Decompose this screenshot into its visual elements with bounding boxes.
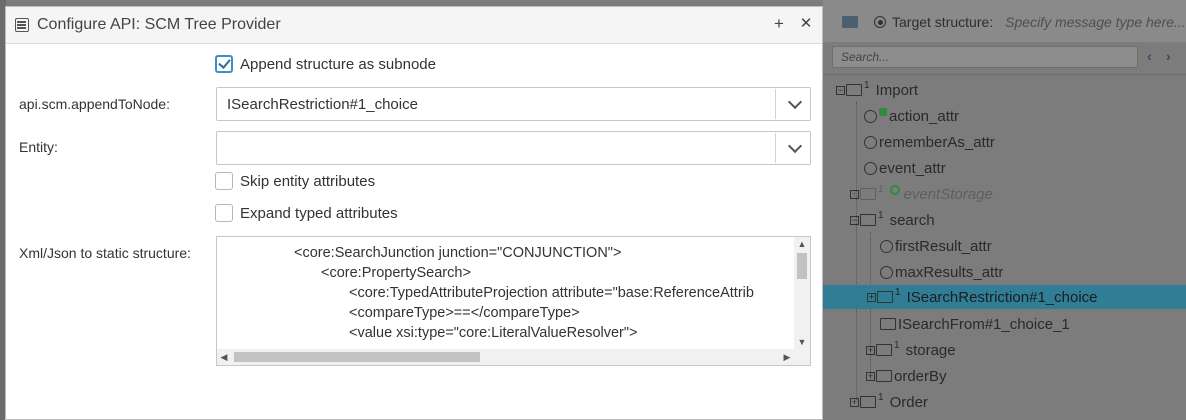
horizontal-scrollbar[interactable]: ◀ ▶	[217, 349, 794, 365]
xml-json-label: Xml/Json to static structure:	[19, 245, 191, 261]
folder-open-icon	[860, 214, 876, 226]
tree-node-import[interactable]: − 1 Import	[836, 78, 918, 102]
tree-node-search[interactable]: − 1 search	[850, 208, 935, 232]
toolbar-divider	[823, 74, 1186, 75]
tree-node-isearchfrom[interactable]: ISearchFrom#1_choice_1	[880, 312, 1070, 336]
skip-entity-option[interactable]: Skip entity attributes	[215, 172, 375, 190]
tree-search-input[interactable]: Search...	[832, 46, 1138, 68]
close-button[interactable]: ✕	[796, 14, 816, 34]
attribute-icon	[864, 135, 877, 149]
skip-entity-label: Skip entity attributes	[240, 172, 376, 190]
expand-typed-label: Expand typed attributes	[240, 204, 398, 222]
horizontal-scroll-thumb[interactable]	[234, 352, 480, 362]
attribute-icon	[864, 161, 877, 175]
attribute-icon	[880, 265, 893, 279]
entity-select[interactable]	[216, 131, 811, 165]
chevron-down-icon[interactable]	[787, 94, 803, 110]
entity-label: Entity:	[19, 139, 58, 155]
tree-node-isearchrestriction-selected[interactable]: + 1 ISearchRestriction#1_choice	[823, 285, 1186, 309]
append-to-node-select[interactable]: ISearchRestriction#1_choice	[216, 87, 811, 121]
attribute-icon	[864, 109, 877, 123]
expand-toggle-icon[interactable]: +	[867, 292, 876, 302]
vertical-scroll-thumb[interactable]	[797, 253, 807, 279]
folder-icon	[876, 344, 892, 356]
code-line: <core:SearchJunction junction="CONJUNCTI…	[294, 245, 622, 261]
xml-json-textarea[interactable]: <core:SearchJunction junction="CONJUNCTI…	[216, 236, 811, 366]
append-structure-option[interactable]: Append structure as subnode	[215, 55, 436, 73]
expand-toggle-icon[interactable]: +	[850, 189, 859, 199]
append-to-node-value: ISearchRestriction#1_choice	[227, 96, 418, 113]
folder-icon[interactable]	[842, 16, 858, 28]
tree-node-event-attr[interactable]: event_attr	[864, 156, 946, 180]
vertical-scrollbar[interactable]: ▲ ▼	[794, 237, 810, 349]
tree-node-firstresult-attr[interactable]: firstResult_attr	[880, 234, 992, 258]
target-structure-bar: Target structure: Specify message type h…	[842, 12, 1186, 32]
folder-icon	[877, 291, 893, 303]
code-line: <compareType>==</compareType>	[349, 305, 580, 321]
maximize-button[interactable]: +	[769, 14, 789, 34]
folder-icon	[860, 396, 876, 408]
append-structure-checkbox[interactable]	[215, 55, 233, 73]
dialog-header: Configure API: SCM Tree Provider + ✕	[6, 7, 822, 44]
attribute-icon	[880, 239, 893, 253]
folder-open-icon	[846, 84, 862, 96]
append-structure-label: Append structure as subnode	[240, 55, 436, 73]
tree-node-rememberas-attr[interactable]: rememberAs_attr	[864, 130, 995, 154]
tree-node-action-attr[interactable]: action_attr	[864, 104, 959, 128]
scroll-right-icon[interactable]: ▶	[780, 349, 794, 365]
tree-node-order[interactable]: + 1 Order	[850, 390, 928, 414]
folder-icon	[876, 370, 892, 382]
code-line: <core:PropertySearch>	[321, 265, 471, 281]
expand-typed-option[interactable]: Expand typed attributes	[215, 204, 398, 222]
collapse-toggle-icon[interactable]: −	[850, 215, 859, 225]
radio-icon[interactable]	[874, 16, 886, 28]
code-line: <value xsi:type="core:LiteralValueResolv…	[349, 325, 638, 341]
tree-node-maxresults-attr[interactable]: maxResults_attr	[880, 260, 1003, 284]
scroll-up-icon[interactable]: ▲	[794, 237, 810, 251]
chevron-down-icon[interactable]	[787, 138, 803, 154]
folder-icon	[880, 318, 896, 330]
append-to-node-label: api.scm.appendToNode:	[19, 96, 170, 112]
lock-icon	[879, 108, 887, 116]
code-line: <core:TypedAttributeProjection attribute…	[349, 285, 754, 301]
prev-match-button[interactable]: ‹	[1147, 48, 1152, 64]
folder-icon	[860, 188, 876, 200]
target-structure-input[interactable]: Specify message type here...	[1005, 14, 1186, 30]
dialog-title: Configure API: SCM Tree Provider	[37, 16, 281, 33]
scroll-left-icon[interactable]: ◀	[217, 349, 231, 365]
dialog-window-icon	[15, 18, 29, 32]
expand-toggle-icon[interactable]: +	[866, 345, 875, 355]
expand-typed-checkbox[interactable]	[215, 204, 233, 222]
tree-node-orderby[interactable]: + orderBy	[866, 364, 947, 388]
scroll-down-icon[interactable]: ▼	[794, 335, 810, 349]
tree-node-storage[interactable]: + 1 storage	[866, 338, 956, 362]
expand-toggle-icon[interactable]: +	[866, 371, 875, 381]
skip-entity-checkbox[interactable]	[215, 172, 233, 190]
target-structure-label: Target structure:	[892, 14, 994, 30]
tree-node-eventstorage[interactable]: + 1 eventStorage	[850, 182, 993, 206]
configure-api-dialog: Configure API: SCM Tree Provider + ✕ App…	[5, 6, 823, 420]
next-match-button[interactable]: ›	[1166, 48, 1171, 64]
disabled-icon	[889, 185, 900, 195]
collapse-toggle-icon[interactable]: −	[836, 85, 845, 95]
expand-toggle-icon[interactable]: +	[850, 397, 859, 407]
